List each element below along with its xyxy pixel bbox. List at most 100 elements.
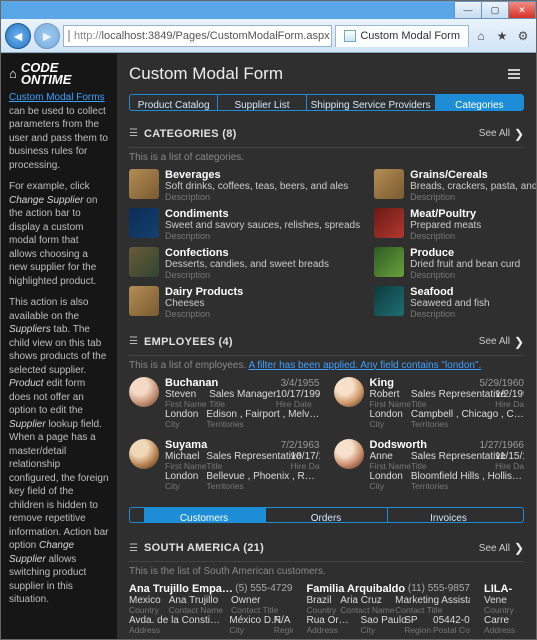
customer-item[interactable]: (11) 555-9857Familia Arquibaldo BrazilCo… bbox=[307, 583, 471, 635]
browser-toolbar: ◄ ► http://localhost:3849/Pages/CustomMo… bbox=[1, 19, 536, 53]
employees-hint: This is a list of employees. A filter ha… bbox=[129, 360, 524, 371]
category-item[interactable]: Condiments Sweet and savory sauces, reli… bbox=[129, 208, 360, 241]
customer-item-peek[interactable]: LILA- VeneCountry CarreAddress bbox=[484, 583, 524, 635]
sidebar: ⌂ CODE ONTIME Custom Modal Forms can be … bbox=[1, 54, 117, 639]
employee-last-name: Buchanan bbox=[165, 377, 218, 389]
employees-see-all[interactable]: See All❯ bbox=[479, 335, 524, 349]
category-name: Seafood bbox=[410, 286, 490, 298]
brand-logo[interactable]: ⌂ CODE ONTIME bbox=[9, 62, 109, 85]
employee-dob: 3/4/1955 bbox=[281, 378, 320, 389]
window-maximize-button[interactable]: ▢ bbox=[481, 1, 509, 19]
employee-dob: 5/29/1960 bbox=[480, 378, 525, 389]
categories-hint: This is a list of categories. bbox=[129, 152, 524, 163]
window-close-button[interactable]: ✕ bbox=[508, 1, 536, 19]
back-button[interactable]: ◄ bbox=[5, 23, 31, 49]
category-item[interactable]: Confections Desserts, candies, and sweet… bbox=[129, 247, 360, 280]
favicon-icon bbox=[344, 30, 356, 42]
category-desc: Breads, crackers, pasta, and cereal bbox=[410, 181, 536, 192]
forward-button[interactable]: ► bbox=[34, 23, 60, 49]
south-america-section: ☰ SOUTH AMERICA (21) See All❯ This is th… bbox=[117, 535, 536, 639]
category-thumb bbox=[374, 247, 404, 277]
south-hint: This is the list of South American custo… bbox=[129, 566, 524, 577]
pill-customers[interactable]: Customers bbox=[144, 508, 266, 523]
address-bar[interactable]: http://localhost:3849/Pages/CustomModalF… bbox=[63, 25, 332, 47]
browser-tab[interactable]: Custom Modal Form bbox=[335, 25, 469, 47]
main-content: Custom Modal Form Product Catalog Suppli… bbox=[117, 54, 536, 639]
tab-shipping-providers[interactable]: Shipping Service Providers bbox=[307, 95, 436, 110]
customer-phone: (11) 555-9857 bbox=[408, 583, 470, 594]
category-item[interactable]: Dairy Products Cheeses Description bbox=[129, 286, 360, 319]
customer-phone: (5) 555-4729 bbox=[235, 583, 292, 594]
category-name: Grains/Cereals bbox=[410, 169, 536, 181]
employee-item[interactable]: Suyama7/2/1963 MichaelFirst Name Sales R… bbox=[129, 439, 320, 491]
category-name: Dairy Products bbox=[165, 286, 243, 298]
category-item[interactable]: Meat/Poultry Prepared meats Description bbox=[374, 208, 536, 241]
employee-item[interactable]: Dodsworth1/27/1966 AnneFirst Name Sales … bbox=[334, 439, 525, 491]
category-item[interactable]: Beverages Soft drinks, coffees, teas, be… bbox=[129, 169, 360, 202]
category-thumb bbox=[374, 286, 404, 316]
avatar bbox=[129, 439, 159, 469]
site-icon bbox=[68, 30, 70, 42]
browser-tab-title: Custom Modal Form bbox=[360, 30, 460, 42]
list-icon: ☰ bbox=[129, 543, 138, 554]
category-name: Beverages bbox=[165, 169, 348, 181]
category-thumb bbox=[374, 169, 404, 199]
list-icon: ☰ bbox=[129, 336, 138, 347]
category-name: Meat/Poultry bbox=[410, 208, 481, 220]
category-item[interactable]: Grains/Cereals Breads, crackers, pasta, … bbox=[374, 169, 536, 202]
chevron-right-icon: ❯ bbox=[514, 127, 524, 141]
employee-last-name: Dodsworth bbox=[370, 439, 427, 451]
chevron-right-icon: ❯ bbox=[514, 541, 524, 555]
employee-last-name: King bbox=[370, 377, 394, 389]
south-heading: SOUTH AMERICA (21) bbox=[144, 542, 264, 554]
category-thumb bbox=[129, 169, 159, 199]
tab-product-catalog[interactable]: Product Catalog bbox=[130, 95, 218, 110]
employees-section: ☰ EMPLOYEES (4) See All❯ This is a list … bbox=[117, 329, 536, 501]
window-minimize-button[interactable]: — bbox=[454, 1, 482, 19]
addr-dropdown-icon[interactable]: ▼ bbox=[330, 31, 333, 41]
avatar bbox=[334, 377, 364, 407]
employee-item[interactable]: Buchanan3/4/1955 StevenFirst Name Sales … bbox=[129, 377, 320, 429]
avatar bbox=[334, 439, 364, 469]
customer-item[interactable]: (5) 555-4729Ana Trujillo Emparedados y… … bbox=[129, 583, 293, 635]
categories-section: ☰ CATEGORIES (8) See All❯ This is a list… bbox=[117, 121, 536, 329]
categories-heading: CATEGORIES (8) bbox=[144, 128, 237, 140]
categories-see-all[interactable]: See All❯ bbox=[479, 127, 524, 141]
pill-orders[interactable]: Orders bbox=[266, 508, 388, 523]
sidebar-link[interactable]: Custom Modal Forms bbox=[9, 92, 105, 103]
category-desc: Prepared meats bbox=[410, 220, 481, 231]
tab-categories[interactable]: Categories bbox=[436, 95, 523, 110]
customer-name: Familia Arquibaldo bbox=[307, 583, 408, 595]
category-thumb bbox=[129, 208, 159, 238]
tab-supplier-list[interactable]: Supplier List bbox=[218, 95, 306, 110]
employee-dob: 1/27/1966 bbox=[480, 440, 525, 451]
category-thumb bbox=[374, 208, 404, 238]
avatar bbox=[129, 377, 159, 407]
category-desc: Desserts, candies, and sweet breads bbox=[165, 259, 329, 270]
employees-heading: EMPLOYEES (4) bbox=[144, 336, 233, 348]
south-see-all[interactable]: See All❯ bbox=[479, 541, 524, 555]
employee-dob: 7/2/1963 bbox=[281, 440, 320, 451]
category-name: Produce bbox=[410, 247, 520, 259]
filter-link[interactable]: A filter has been applied. Any field con… bbox=[249, 360, 482, 371]
favorites-icon[interactable]: ★ bbox=[493, 27, 511, 45]
category-thumb bbox=[129, 286, 159, 316]
home-icon[interactable]: ⌂ bbox=[472, 27, 490, 45]
customer-name: Ana Trujillo Emparedados y… bbox=[129, 583, 235, 595]
category-desc: Dried fruit and bean curd bbox=[410, 259, 520, 270]
category-desc: Sweet and savory sauces, relishes, sprea… bbox=[165, 220, 360, 231]
list-icon: ☰ bbox=[129, 128, 138, 139]
tools-icon[interactable]: ⚙ bbox=[514, 27, 532, 45]
sub-tabs: Customers Orders Invoices bbox=[129, 507, 524, 524]
category-desc: Soft drinks, coffees, teas, beers, and a… bbox=[165, 181, 348, 192]
pill-invoices[interactable]: Invoices bbox=[388, 508, 510, 523]
category-desc: Cheeses bbox=[165, 298, 243, 309]
category-item[interactable]: Seafood Seaweed and fish Description bbox=[374, 286, 536, 319]
category-name: Condiments bbox=[165, 208, 360, 220]
menu-icon[interactable] bbox=[504, 64, 524, 84]
view-tabs: Product Catalog Supplier List Shipping S… bbox=[129, 94, 524, 111]
employee-item[interactable]: King5/29/1960 RobertFirst Name Sales Rep… bbox=[334, 377, 525, 429]
page-title: Custom Modal Form bbox=[129, 64, 283, 84]
chevron-right-icon: ❯ bbox=[514, 335, 524, 349]
category-item[interactable]: Produce Dried fruit and bean curd Descri… bbox=[374, 247, 536, 280]
